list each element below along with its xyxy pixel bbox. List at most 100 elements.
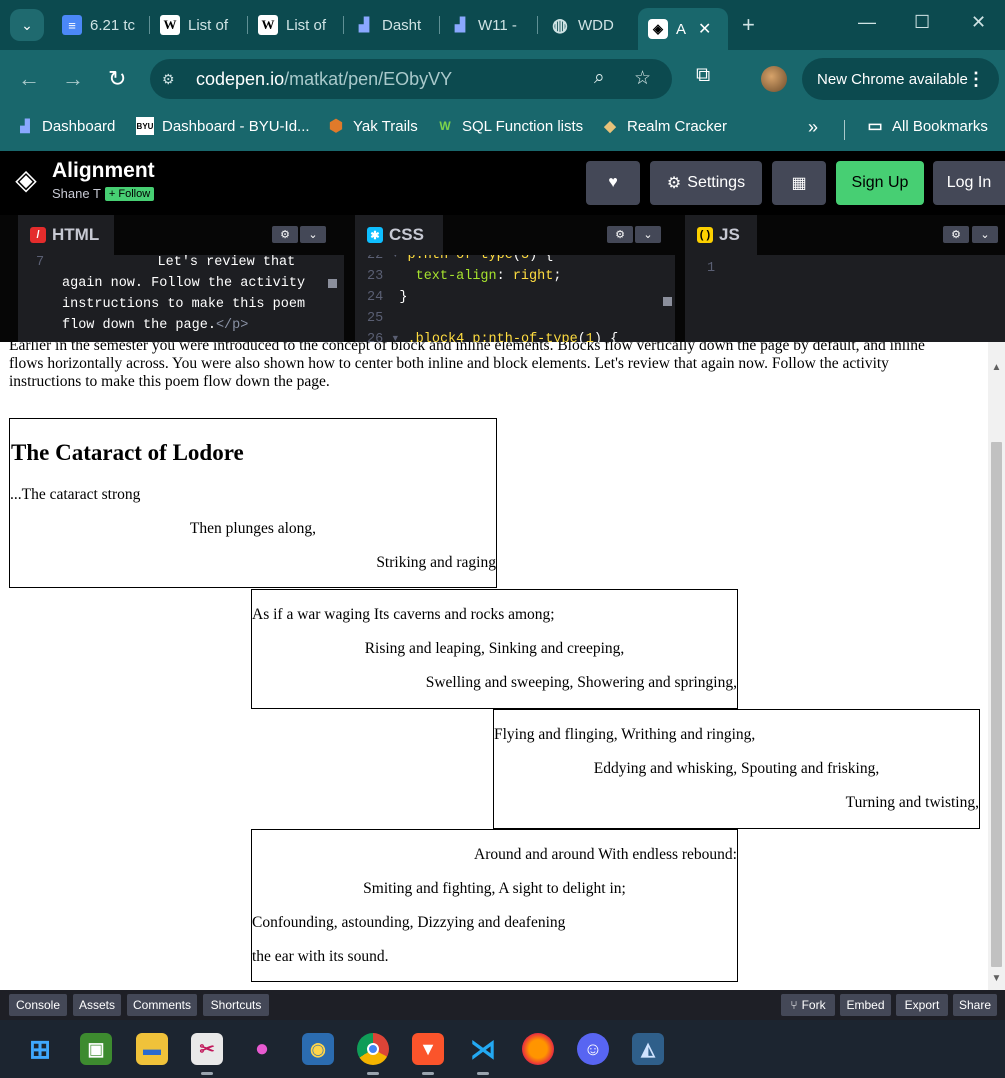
bookmark-yak-trails[interactable]: ⬢ Yak Trails	[327, 117, 418, 136]
log-in-button[interactable]: Log In	[933, 161, 1005, 205]
browser-tab-2[interactable]: W List of	[150, 8, 248, 42]
editor-collapse-icon[interactable]: ⌄	[300, 226, 326, 243]
preview-scrollbar[interactable]: ▲ ▼	[988, 342, 1005, 990]
codepen-logo-icon[interactable]: ◈	[9, 163, 43, 197]
file-explorer-icon[interactable]: ▬	[136, 1033, 168, 1065]
browser-tab-5[interactable]: ▟ W11 -	[440, 8, 538, 42]
url-text[interactable]: codepen.io/matkat/pen/EObyVY	[196, 69, 452, 90]
js-editor-tab[interactable]: ( ) JS	[685, 215, 757, 255]
comments-button[interactable]: Comments	[127, 994, 197, 1016]
browser-tab-active[interactable]: ◈ A ✕	[638, 8, 728, 50]
close-icon[interactable]: ✕	[698, 19, 711, 39]
scroll-up-icon[interactable]: ▲	[988, 359, 1005, 376]
windows-start-icon[interactable]: ⊞	[24, 1033, 56, 1065]
pen-title: Alignment	[52, 159, 155, 182]
chrome-icon[interactable]	[357, 1033, 389, 1065]
forward-icon[interactable]: →	[62, 66, 84, 92]
poem-line: Striking and raging	[376, 554, 496, 571]
settings-button[interactable]: ⚙ Settings	[650, 161, 762, 205]
heart-button[interactable]: ♥	[586, 161, 640, 205]
search-icon[interactable]: ⌕	[594, 67, 605, 89]
preview-frame[interactable]: Earlier in the semester you were introdu…	[0, 342, 1005, 990]
html-editor-tab[interactable]: / HTML	[18, 215, 114, 255]
editor-collapse-icon[interactable]: ⌄	[972, 226, 998, 243]
minecraft-icon[interactable]: ▣	[80, 1033, 112, 1065]
layout-button[interactable]: ▦	[772, 161, 826, 205]
firefox-icon[interactable]	[522, 1033, 554, 1065]
editor-settings-icon[interactable]: ⚙	[943, 226, 969, 243]
export-button[interactable]: Export	[896, 994, 948, 1016]
more-bookmarks-icon[interactable]: »	[808, 117, 818, 138]
html-editor[interactable]: / HTML ⚙ ⌄ 7 Let's review that again now…	[18, 215, 344, 342]
vscode-icon[interactable]: ⋊	[467, 1033, 499, 1065]
js-code[interactable]: 1	[707, 258, 715, 279]
poem-line: Eddying and whisking, Spouting and frisk…	[593, 760, 880, 777]
reload-icon[interactable]: ↻	[108, 66, 126, 92]
folder-icon: ▭	[867, 118, 883, 135]
poem-line: Then plunges along,	[189, 520, 317, 537]
more-vert-icon[interactable]: ⋮	[967, 69, 985, 90]
css-code[interactable]: 22 ▾ p:nth-of-type(3) { 23 text-align: r…	[355, 255, 675, 342]
scroll-down-icon[interactable]: ▼	[988, 970, 1005, 987]
back-icon[interactable]: ←	[18, 66, 40, 92]
maximize-icon[interactable]: ☐	[914, 12, 930, 33]
code-line: 25	[367, 308, 383, 329]
discord-icon[interactable]: ☺	[577, 1033, 609, 1065]
game-icon[interactable]: ◉	[302, 1033, 334, 1065]
extensions-icon[interactable]: ⧉	[696, 64, 710, 87]
browser-tab-3[interactable]: W List of	[248, 8, 344, 42]
all-bookmarks-button[interactable]: ▭ All Bookmarks	[866, 117, 987, 136]
w-icon: W	[439, 119, 451, 133]
mysql-icon[interactable]: ◭	[632, 1033, 664, 1065]
console-button[interactable]: Console	[9, 994, 67, 1016]
css-editor-tab[interactable]: ✱ CSS	[355, 215, 443, 255]
gear-icon: ⚙	[666, 175, 682, 192]
author-name[interactable]: Shane T	[52, 186, 101, 201]
bookmark-label: Yak Trails	[353, 117, 418, 135]
avatar[interactable]	[761, 66, 787, 92]
minimize-icon[interactable]: —	[858, 12, 876, 33]
paint-icon[interactable]: ●	[246, 1033, 278, 1065]
poem-block-2: As if a war waging Its caverns and rocks…	[251, 589, 738, 709]
fork-button[interactable]: ⑂ Fork	[781, 994, 835, 1016]
browser-tab-1[interactable]: ≡ 6.21 tc	[52, 8, 150, 42]
shortcuts-button[interactable]: Shortcuts	[203, 994, 269, 1016]
snipping-tool-icon[interactable]: ✂	[191, 1033, 223, 1065]
new-tab-button[interactable]: +	[742, 12, 755, 38]
browser-tab-6[interactable]: ◍ WDD	[540, 8, 636, 42]
update-chrome-button[interactable]: New Chrome available ⋮	[802, 58, 999, 100]
line-number: 26	[367, 332, 384, 342]
share-button[interactable]: Share	[953, 994, 997, 1016]
css-editor[interactable]: ✱ CSS ⚙ ⌄ 22 ▾ p:nth-of-type(3) { 23 tex…	[355, 215, 675, 342]
bookmark-sql-functions[interactable]: W SQL Function lists	[436, 117, 583, 135]
html-code[interactable]: 7 Let's review that	[36, 252, 295, 273]
bookmark-star-icon[interactable]: ☆	[634, 67, 651, 90]
embed-button[interactable]: Embed	[840, 994, 891, 1016]
tab-search-button[interactable]: ⌄	[10, 9, 44, 41]
bookmark-dashboard[interactable]: ▟ Dashboard	[16, 117, 115, 135]
brave-icon[interactable]: ▼	[412, 1033, 444, 1065]
editor-settings-icon[interactable]: ⚙	[272, 226, 298, 243]
bookmark-realm-cracker[interactable]: ◆ Realm Cracker	[601, 117, 728, 136]
follow-button[interactable]: + Follow	[104, 186, 155, 201]
js-editor[interactable]: ( ) JS ⚙ ⌄ 1	[685, 215, 1005, 342]
update-label: New Chrome available	[817, 70, 968, 88]
dashboard-icon: ▟	[455, 17, 465, 32]
sign-up-button[interactable]: Sign Up	[836, 161, 924, 205]
byu-icon: BYU	[136, 117, 154, 135]
site-info-icon[interactable]: ⚙	[162, 71, 184, 88]
scrollbar-thumb[interactable]	[991, 442, 1002, 967]
assets-button[interactable]: Assets	[73, 994, 121, 1016]
bookmark-label: Realm Cracker	[627, 117, 728, 135]
running-indicator	[477, 1072, 489, 1075]
close-window-icon[interactable]: ✕	[971, 12, 986, 33]
address-bar[interactable]: ⚙ codepen.io/matkat/pen/EObyVY ⌕ ☆	[150, 59, 672, 99]
yak-icon: ⬢	[329, 118, 343, 135]
editor-collapse-icon[interactable]: ⌄	[635, 226, 661, 243]
browser-tab-4[interactable]: ▟ Dasht	[344, 8, 440, 42]
bookmarks-divider	[844, 120, 845, 140]
poem-block-4: Around and around With endless rebound: …	[251, 829, 738, 982]
bookmark-byu-dashboard[interactable]: BYU Dashboard - BYU-Id...	[136, 117, 310, 135]
code-line: 24 }	[367, 287, 408, 308]
editor-settings-icon[interactable]: ⚙	[607, 226, 633, 243]
